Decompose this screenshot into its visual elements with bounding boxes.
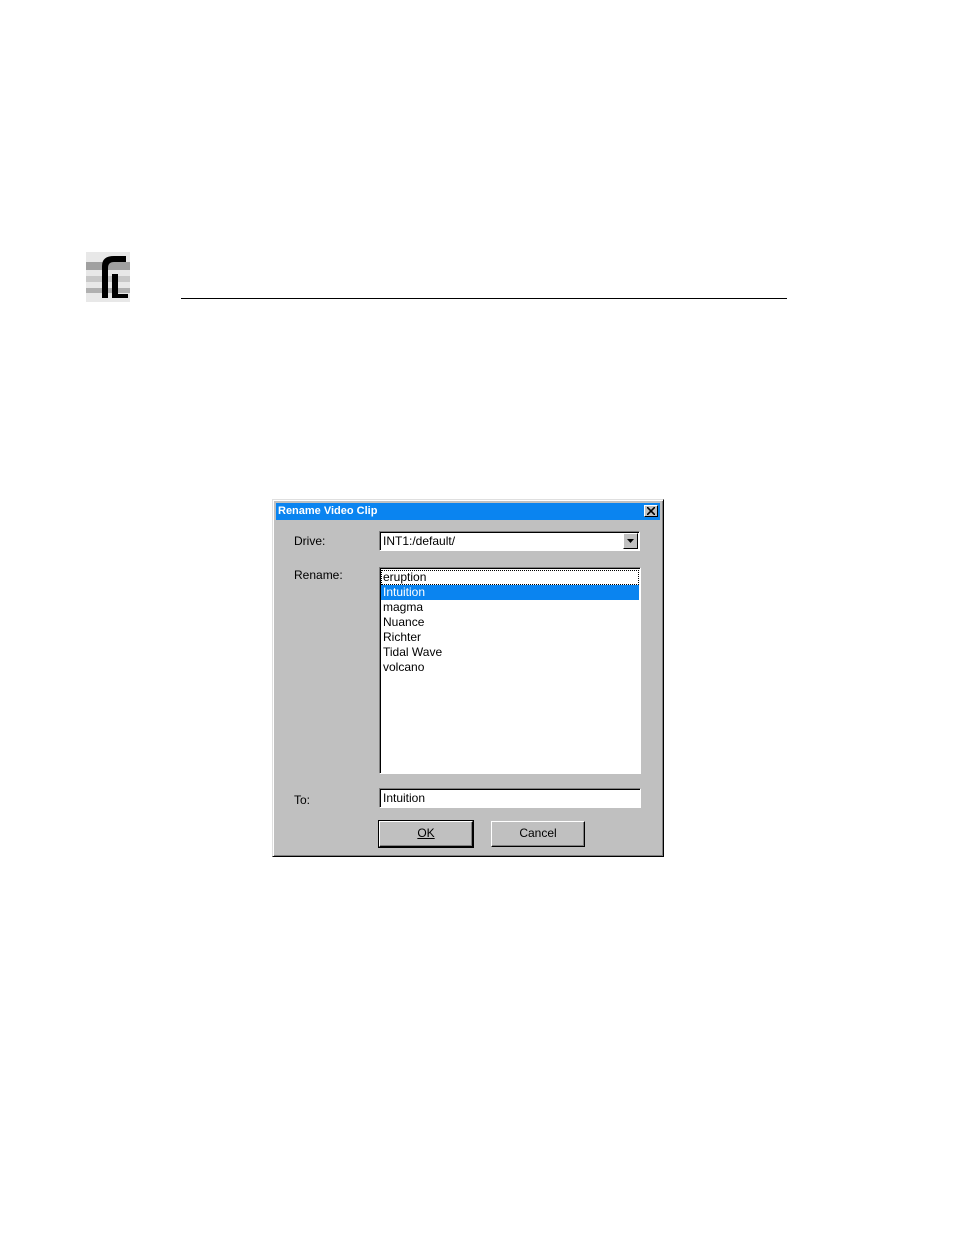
close-button[interactable] (644, 505, 658, 517)
header-rule (181, 298, 787, 299)
list-item[interactable]: magma (381, 600, 639, 615)
drive-dropdown[interactable]: INT1:/default/ (379, 531, 640, 551)
list-item[interactable]: Intuition (381, 585, 639, 600)
company-logo (86, 252, 130, 302)
ok-button-label: OK (417, 826, 435, 840)
ok-button[interactable]: OK (378, 820, 474, 848)
drive-label: Drive: (294, 534, 326, 548)
cancel-button[interactable]: Cancel (491, 821, 585, 847)
close-icon (647, 507, 655, 515)
new-name-input[interactable]: Intuition (379, 788, 641, 808)
clip-list[interactable]: eruption Intuition magma Nuance Richter … (379, 567, 641, 774)
dialog-title: Rename Video Clip (278, 505, 378, 517)
drive-value: INT1:/default/ (383, 534, 456, 548)
to-label: To: (294, 793, 311, 807)
list-item[interactable]: Richter (381, 630, 639, 645)
drive-dropdown-button[interactable] (623, 533, 638, 549)
list-item[interactable]: Nuance (381, 615, 639, 630)
chevron-down-icon (627, 539, 634, 543)
rename-video-clip-dialog: Rename Video Clip Drive: INT1:/default/ … (272, 499, 664, 857)
list-item[interactable]: Tidal Wave (381, 645, 639, 660)
list-item[interactable]: volcano (381, 660, 639, 675)
rename-label: Rename: (294, 568, 343, 582)
list-item[interactable]: eruption (381, 570, 639, 585)
dialog-titlebar[interactable]: Rename Video Clip (276, 503, 660, 520)
cancel-button-label: Cancel (519, 826, 557, 840)
